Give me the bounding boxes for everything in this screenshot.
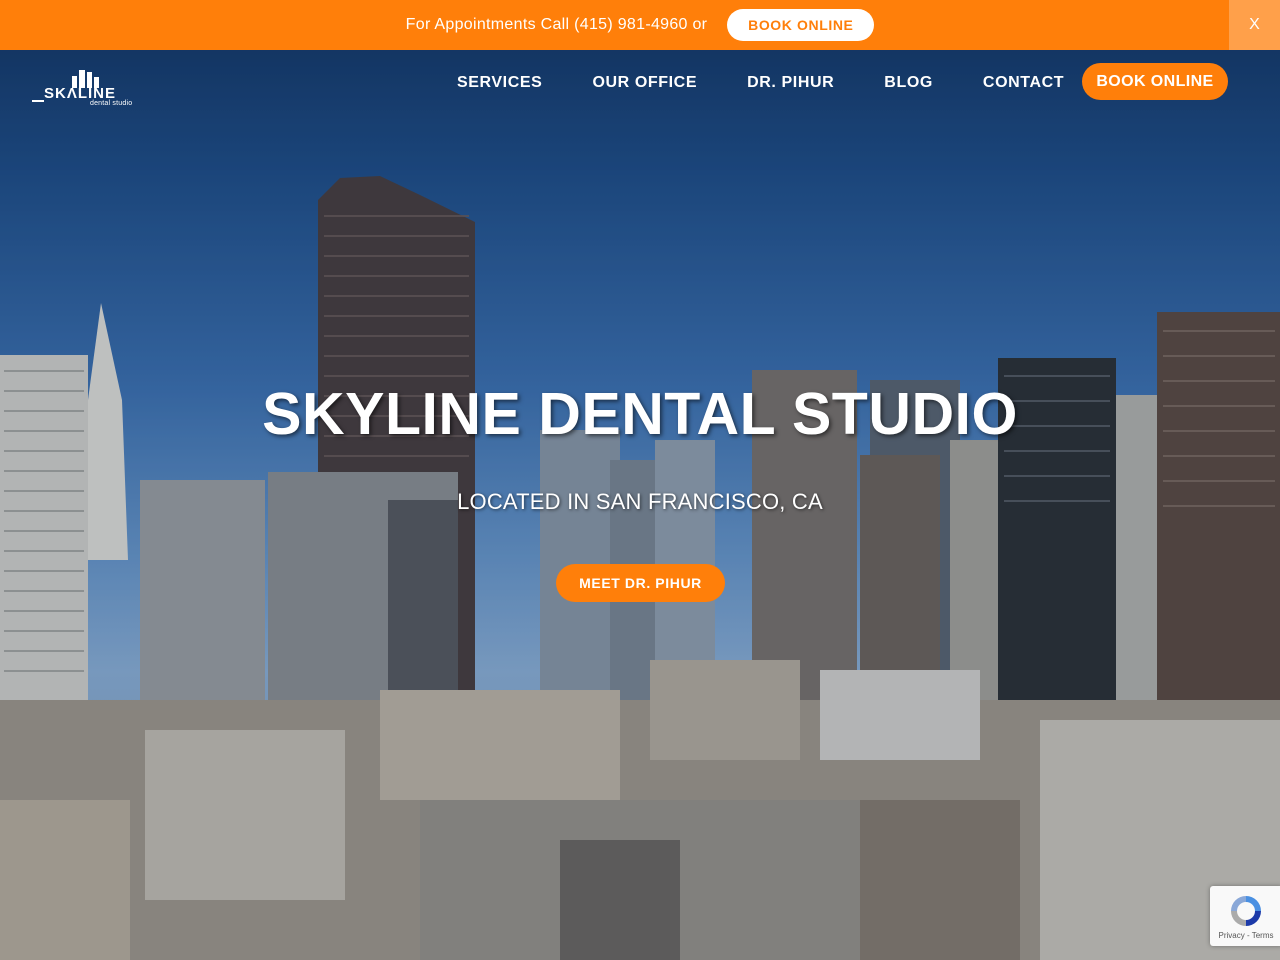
nav-our-office[interactable]: OUR OFFICE	[567, 72, 722, 94]
nav-dr-pihur[interactable]: DR. PIHUR	[722, 72, 859, 94]
recaptcha-icon	[1231, 896, 1261, 926]
hero-subtitle: LOCATED IN SAN FRANCISCO, CA	[457, 489, 823, 514]
appointment-text: For Appointments Call (415) 981-4960 or	[405, 16, 708, 33]
main-nav: SERVICES OUR OFFICE DR. PIHUR BLOG CONTA…	[432, 72, 1089, 94]
logo-dash	[32, 100, 44, 102]
logo-tagline: dental studio	[90, 100, 133, 107]
appointment-bar: For Appointments Call (415) 981-4960 or …	[0, 0, 1280, 50]
hero-background	[0, 0, 1280, 960]
site-header: SKΛLINE dental studio SERVICES OUR OFFIC…	[0, 50, 1280, 120]
meet-dr-pihur-button[interactable]: MEET DR. PIHUR	[556, 564, 725, 602]
hero-overlay	[0, 0, 1280, 960]
nav-services[interactable]: SERVICES	[432, 72, 567, 94]
nav-contact[interactable]: CONTACT	[958, 72, 1089, 94]
recaptcha-badge[interactable]: Privacy - Terms	[1210, 886, 1280, 946]
hero-title: SKYLINE DENTAL STUDIO	[262, 381, 1018, 447]
header-book-online-button[interactable]: BOOK ONLINE	[1082, 63, 1228, 100]
nav-blog[interactable]: BLOG	[859, 72, 958, 94]
topbar-book-online-button[interactable]: BOOK ONLINE	[727, 9, 875, 41]
recaptcha-links[interactable]: Privacy - Terms	[1210, 931, 1280, 940]
skyline-logo[interactable]: SKΛLINE dental studio	[32, 68, 142, 110]
close-bar-button[interactable]: X	[1229, 0, 1280, 50]
